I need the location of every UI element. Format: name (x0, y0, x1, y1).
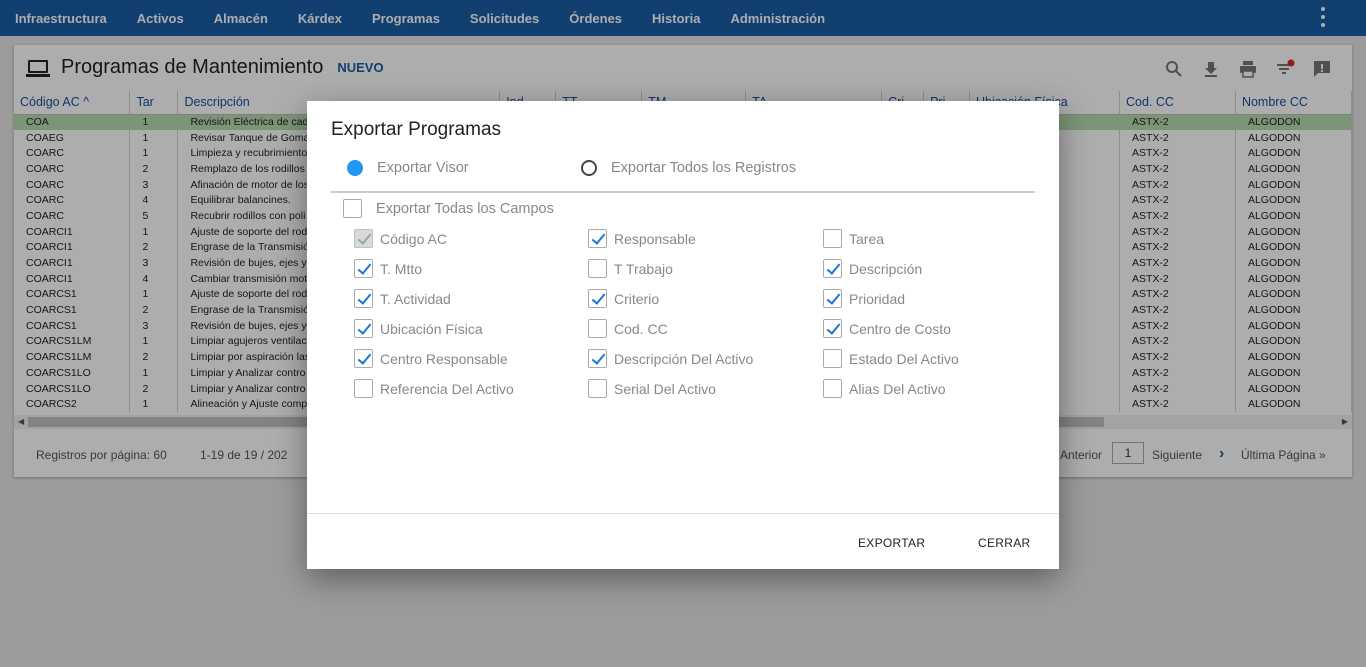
dialog-title: Exportar Programas (331, 119, 502, 140)
checkbox-checked-icon[interactable] (354, 259, 373, 278)
checkbox-checked-icon (354, 229, 373, 248)
checkbox-checked-icon[interactable] (354, 349, 373, 368)
field-checkbox[interactable]: Descripción Del Activo (588, 349, 753, 368)
field-label: Referencia Del Activo (380, 380, 514, 397)
field-checkbox[interactable]: Prioridad (823, 289, 905, 308)
checkbox-checked-icon[interactable] (823, 259, 842, 278)
export-all-fields-label: Exportar Todas los Campos (376, 200, 554, 217)
field-checkbox[interactable]: T Trabajo (588, 259, 673, 278)
field-label: Serial Del Activo (614, 380, 716, 397)
radio-checked-icon (347, 160, 363, 176)
checkbox-unchecked-icon[interactable] (588, 379, 607, 398)
dialog-footer: EXPORTAR CERRAR (307, 513, 1059, 569)
field-label: T. Mtto (380, 260, 423, 277)
field-checkbox[interactable]: Criterio (588, 289, 659, 308)
field-label: Descripción (849, 260, 923, 277)
field-checkbox[interactable]: Serial Del Activo (588, 379, 716, 398)
close-button[interactable]: CERRAR (978, 536, 1030, 550)
checkbox-checked-icon[interactable] (588, 289, 607, 308)
radio-export-visor[interactable]: Exportar Visor (347, 160, 469, 176)
field-label: Alias Del Activo (849, 380, 946, 397)
field-checkbox[interactable]: Tarea (823, 229, 884, 248)
checkbox-unchecked-icon[interactable] (588, 259, 607, 278)
field-label: Estado Del Activo (849, 350, 959, 367)
field-checkbox[interactable]: Centro Responsable (354, 349, 508, 368)
checkbox[interactable] (343, 199, 362, 218)
field-label: Cod. CC (614, 320, 668, 337)
radio-export-visor-label: Exportar Visor (377, 160, 469, 176)
export-button[interactable]: EXPORTAR (858, 536, 925, 550)
checkbox-checked-icon[interactable] (823, 319, 842, 338)
field-label: Criterio (614, 290, 660, 307)
checkbox-checked-icon[interactable] (823, 289, 842, 308)
checkbox-unchecked-icon[interactable] (823, 349, 842, 368)
field-label: Responsable (614, 230, 696, 247)
field-checkbox[interactable]: Responsable (588, 229, 696, 248)
field-checkbox: Código AC (354, 229, 447, 248)
checkbox-unchecked-icon[interactable] (588, 319, 607, 338)
export-all-fields-checkbox[interactable]: Exportar Todas los Campos (343, 199, 554, 218)
field-label: Código AC (380, 230, 447, 247)
field-checkbox[interactable]: Referencia Del Activo (354, 379, 514, 398)
checkbox-checked-icon[interactable] (588, 349, 607, 368)
field-label: Centro de Costo (849, 320, 951, 337)
checkbox-checked-icon[interactable] (588, 229, 607, 248)
field-label: Tarea (849, 230, 885, 247)
checkbox-unchecked-icon[interactable] (823, 229, 842, 248)
field-checkbox[interactable]: T. Actividad (354, 289, 451, 308)
export-mode-radio-group: Exportar Visor Exportar Todos los Regist… (331, 157, 1035, 181)
radio-export-all[interactable]: Exportar Todos los Registros (581, 160, 796, 176)
field-label: Descripción Del Activo (614, 350, 754, 367)
field-checkbox[interactable]: Alias Del Activo (823, 379, 945, 398)
field-label: Centro Responsable (380, 350, 508, 367)
field-label: Prioridad (849, 290, 906, 307)
checkbox-checked-icon[interactable] (354, 319, 373, 338)
field-checkbox[interactable]: T. Mtto (354, 259, 422, 278)
field-label: Ubicación Física (380, 320, 483, 337)
divider (331, 191, 1035, 193)
checkbox-unchecked-icon[interactable] (354, 379, 373, 398)
checkbox-unchecked-icon[interactable] (823, 379, 842, 398)
field-checkbox[interactable]: Ubicación Física (354, 319, 483, 338)
export-dialog: Exportar Programas Exportar Visor Export… (307, 101, 1059, 569)
field-checkbox[interactable]: Cod. CC (588, 319, 668, 338)
field-label: T Trabajo (614, 260, 673, 277)
radio-unchecked-icon (581, 160, 597, 176)
field-checkbox[interactable]: Centro de Costo (823, 319, 951, 338)
field-checkbox[interactable]: Descripción (823, 259, 922, 278)
field-label: T. Actividad (380, 290, 451, 307)
radio-export-all-label: Exportar Todos los Registros (611, 160, 797, 176)
checkbox-checked-icon[interactable] (354, 289, 373, 308)
field-checkbox[interactable]: Estado Del Activo (823, 349, 959, 368)
